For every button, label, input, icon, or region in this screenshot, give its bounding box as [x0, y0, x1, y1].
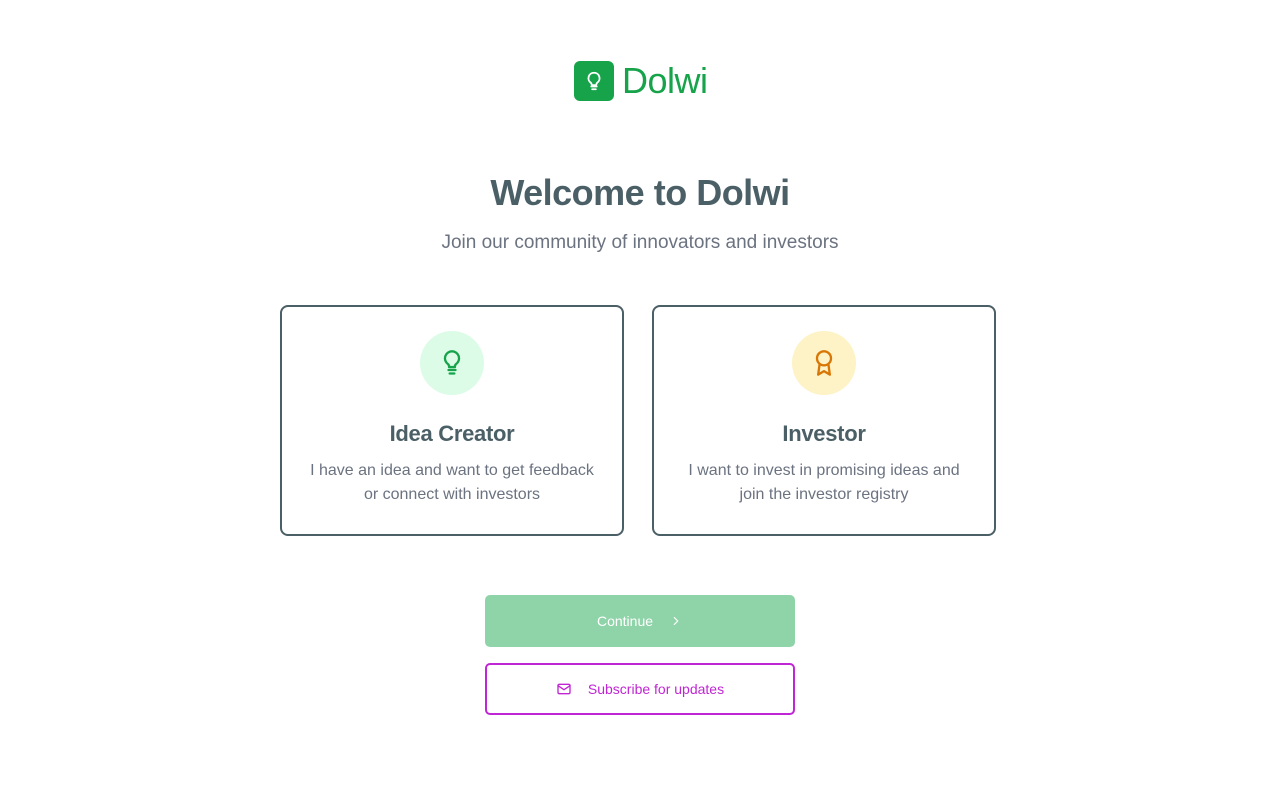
page-subtitle: Join our community of innovators and inv… — [441, 232, 839, 253]
continue-label: Continue — [596, 613, 654, 629]
role-icon-circle — [420, 331, 484, 395]
logo-badge — [574, 61, 614, 101]
subscribe-button[interactable]: Subscribe for updates — [485, 663, 795, 715]
role-title: Investor — [782, 421, 866, 446]
role-title: Idea Creator — [389, 421, 515, 446]
role-icon-circle — [792, 331, 856, 395]
lightbulb-icon — [587, 71, 601, 91]
role-card-investor[interactable]: Investor I want to invest in promising i… — [652, 305, 996, 536]
role-card-idea-creator[interactable]: Idea Creator I have an idea and want to … — [280, 305, 624, 536]
subscribe-label: Subscribe for updates — [587, 681, 725, 697]
brand-logo: Dolwi — [574, 61, 708, 101]
award-icon — [815, 350, 833, 376]
chevron-right-icon — [669, 614, 683, 628]
mail-icon — [556, 681, 572, 697]
page-title: Welcome to Dolwi — [490, 172, 790, 213]
lightbulb-icon — [443, 350, 461, 375]
role-description: I want to invest in promising ideas and … — [688, 462, 960, 503]
welcome-page: Dolwi Welcome to Dolwi Join our communit… — [0, 0, 1280, 800]
role-description: I have an idea and want to get feedback … — [310, 462, 594, 503]
continue-button[interactable]: Continue — [485, 595, 795, 647]
brand-name: Dolwi — [622, 60, 708, 101]
